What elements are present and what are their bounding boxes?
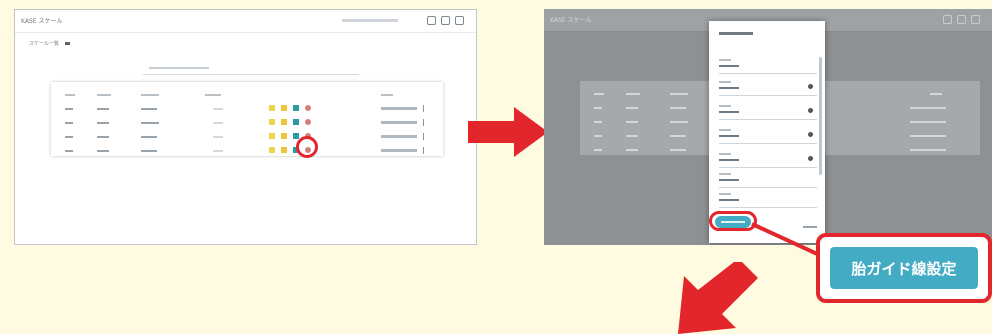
- guide-line-settings-button[interactable]: 胎ガイド線設定: [830, 247, 978, 289]
- guide-line-settings-label: 胎ガイド線設定: [851, 259, 957, 278]
- callout-frame: 胎ガイド線設定: [816, 233, 992, 303]
- arrow-down-left-icon: [678, 262, 758, 334]
